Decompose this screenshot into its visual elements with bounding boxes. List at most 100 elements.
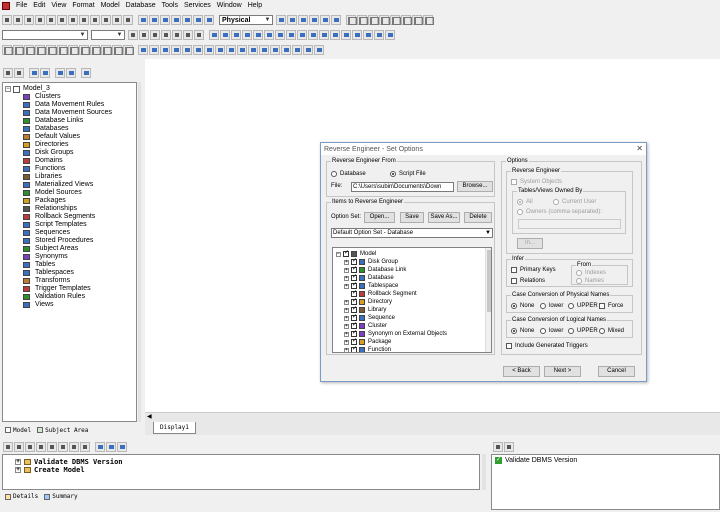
model-tool-6-icon[interactable] bbox=[57, 45, 68, 55]
system-objects-box[interactable] bbox=[511, 179, 517, 185]
paste-icon[interactable] bbox=[68, 15, 78, 25]
strikeout-icon[interactable] bbox=[161, 30, 171, 40]
explorer-item[interactable]: Databases bbox=[3, 125, 136, 133]
space-down-icon[interactable] bbox=[341, 30, 351, 40]
explorer-item[interactable]: Domains bbox=[3, 157, 136, 165]
expand-icon[interactable]: + bbox=[344, 323, 349, 329]
mart-open-icon[interactable] bbox=[204, 45, 214, 55]
reverse-engineer-icon[interactable] bbox=[160, 45, 170, 55]
model-validate-icon[interactable] bbox=[292, 45, 302, 55]
model-tool-9-icon[interactable] bbox=[90, 45, 101, 55]
summary-tool-1-icon[interactable] bbox=[493, 442, 503, 452]
model-tool-10-icon[interactable] bbox=[101, 45, 112, 55]
explorer-item[interactable]: Database Links bbox=[3, 117, 136, 125]
save-icon[interactable] bbox=[24, 15, 34, 25]
force-checkbox[interactable]: Force bbox=[599, 302, 623, 310]
expand-icon[interactable]: + bbox=[344, 307, 349, 313]
transform-tool-icon[interactable] bbox=[281, 45, 291, 55]
scroll-left-icon[interactable]: ◀ bbox=[147, 413, 155, 421]
layout-auto-icon[interactable] bbox=[374, 30, 384, 40]
explorer-properties-icon[interactable] bbox=[81, 68, 91, 78]
align-left-icon[interactable] bbox=[231, 30, 241, 40]
model-tool-12-icon[interactable] bbox=[123, 45, 134, 55]
cancel-button[interactable]: Cancel bbox=[598, 366, 635, 377]
explorer-item[interactable]: Relationships bbox=[3, 205, 136, 213]
radio-log-lower-circle[interactable] bbox=[540, 328, 546, 334]
menu-model[interactable]: Model bbox=[98, 0, 123, 12]
model-tool-1-icon[interactable] bbox=[2, 45, 13, 55]
item-checkbox[interactable] bbox=[343, 249, 349, 257]
explorer-item[interactable]: Data Movement Rules bbox=[3, 101, 136, 109]
explorer-item[interactable]: Rollback Segments bbox=[3, 213, 136, 221]
items-tree-row[interactable]: + Function bbox=[344, 345, 391, 352]
tab-details[interactable]: Details bbox=[2, 493, 41, 500]
center-icon[interactable] bbox=[352, 30, 362, 40]
radio-indexes[interactable]: Indexes bbox=[576, 269, 606, 277]
include-triggers-checkbox[interactable]: Include Generated Triggers bbox=[506, 342, 588, 350]
forward-engineer-icon[interactable] bbox=[149, 45, 159, 55]
system-objects-checkbox[interactable]: System Objects bbox=[511, 178, 562, 186]
explorer-item[interactable]: Validation Rules bbox=[3, 293, 136, 301]
zoom-in-icon[interactable] bbox=[138, 15, 148, 25]
relations-checkbox[interactable]: Relations bbox=[511, 277, 545, 285]
new-icon[interactable] bbox=[2, 15, 12, 25]
radio-log-upper-circle[interactable] bbox=[568, 328, 574, 334]
log-tool-5-icon[interactable] bbox=[47, 442, 57, 452]
radio-owned-all[interactable]: All bbox=[517, 198, 533, 206]
explorer-item[interactable]: Trigger Templates bbox=[3, 285, 136, 293]
radio-phys-none-circle[interactable] bbox=[511, 303, 517, 309]
design-layer-icon[interactable] bbox=[182, 45, 192, 55]
zoom-out-icon[interactable] bbox=[149, 15, 159, 25]
complete-compare-icon[interactable] bbox=[138, 45, 148, 55]
summary-tool-2-icon[interactable] bbox=[504, 442, 514, 452]
expand-icon[interactable]: + bbox=[344, 339, 349, 345]
many-to-many-icon[interactable] bbox=[331, 15, 341, 25]
radio-owned-owners-circle[interactable] bbox=[517, 209, 523, 215]
log-tool-9-icon[interactable] bbox=[95, 442, 105, 452]
log-tool-4-icon[interactable] bbox=[36, 442, 46, 452]
radio-phys-none[interactable]: None bbox=[511, 302, 534, 310]
space-across-icon[interactable] bbox=[330, 30, 340, 40]
save-button[interactable]: Save bbox=[400, 212, 424, 223]
expand-icon[interactable]: + bbox=[344, 275, 349, 281]
same-height-icon[interactable] bbox=[308, 30, 318, 40]
same-size-icon[interactable] bbox=[319, 30, 329, 40]
menu-help[interactable]: Help bbox=[245, 0, 265, 12]
items-tree-row[interactable]: + Library bbox=[344, 305, 386, 314]
udp-icon[interactable] bbox=[248, 45, 258, 55]
query-tool-icon[interactable] bbox=[303, 45, 313, 55]
rounded-rect-icon[interactable] bbox=[368, 15, 379, 25]
log-tool-8-icon[interactable] bbox=[80, 442, 90, 452]
layout-icon[interactable] bbox=[193, 15, 203, 25]
explorer-item[interactable]: Script Templates bbox=[3, 221, 136, 229]
items-tree-scrollbar[interactable] bbox=[485, 248, 491, 352]
menu-edit[interactable]: Edit bbox=[30, 0, 48, 12]
open-button[interactable]: Open... bbox=[364, 212, 395, 223]
radio-log-lower[interactable]: lower bbox=[540, 327, 563, 335]
explorer-item[interactable]: Sequences bbox=[3, 229, 136, 237]
explorer-scrollbar[interactable] bbox=[138, 82, 141, 422]
model-tool-8-icon[interactable] bbox=[79, 45, 90, 55]
align-middle-icon[interactable] bbox=[275, 30, 285, 40]
explorer-item[interactable]: Views bbox=[3, 301, 136, 309]
radio-script-file[interactable]: Script File bbox=[390, 170, 426, 178]
text-icon[interactable] bbox=[401, 15, 412, 25]
action-log-scrollbar[interactable] bbox=[482, 454, 486, 490]
primary-keys-box[interactable] bbox=[511, 267, 517, 273]
radio-phys-lower-circle[interactable] bbox=[540, 303, 546, 309]
force-box[interactable] bbox=[599, 303, 605, 309]
radio-indexes-circle[interactable] bbox=[576, 270, 582, 276]
bring-front-icon[interactable] bbox=[209, 30, 219, 40]
overview-icon[interactable] bbox=[204, 15, 214, 25]
radio-owned-current-circle[interactable] bbox=[553, 199, 559, 205]
font-size-select[interactable]: ▼ bbox=[91, 30, 125, 40]
save-as-button[interactable]: Save As... bbox=[428, 212, 460, 223]
menu-view[interactable]: View bbox=[48, 0, 69, 12]
select-icon[interactable] bbox=[171, 15, 181, 25]
tree-root-model[interactable]: − Model_3 bbox=[3, 85, 136, 93]
expand-icon[interactable]: + bbox=[344, 299, 349, 305]
summary-row-validate[interactable]: ✓ Validate DBMS Version bbox=[492, 456, 719, 465]
copy-icon[interactable] bbox=[57, 15, 67, 25]
italic-icon[interactable] bbox=[139, 30, 149, 40]
log-tool-10-icon[interactable] bbox=[106, 442, 116, 452]
